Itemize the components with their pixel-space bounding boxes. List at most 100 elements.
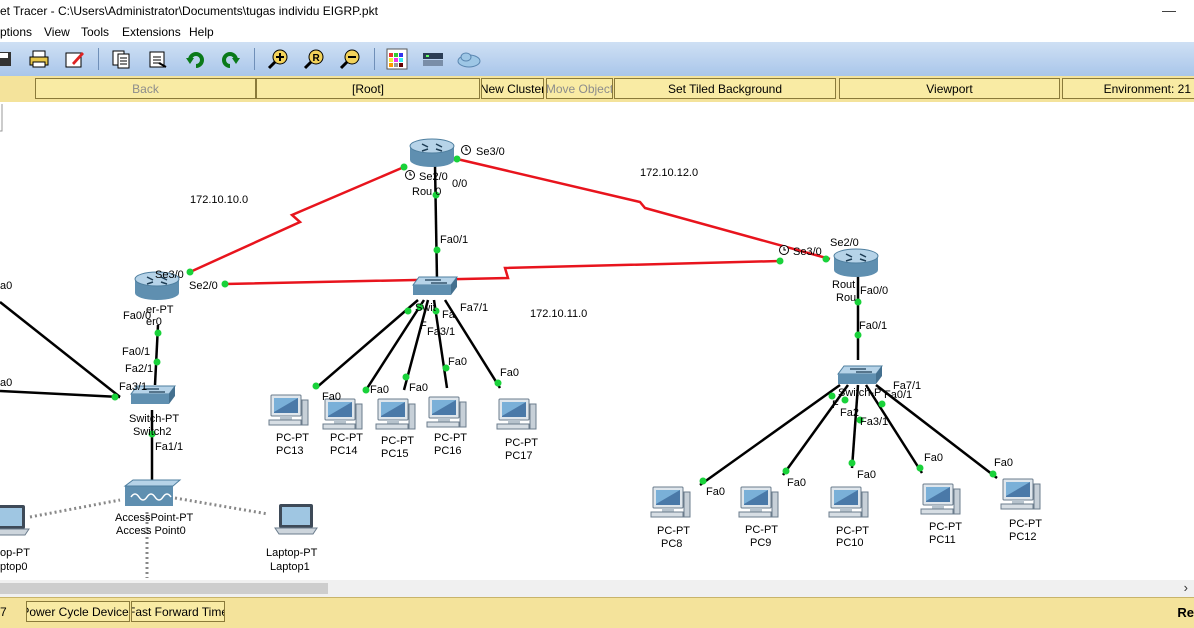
pc9[interactable]	[738, 486, 779, 518]
menu-options[interactable]: ptions	[0, 25, 32, 39]
port-label: Fa0	[500, 367, 519, 379]
port-label: Fa	[442, 309, 456, 321]
device-label: er0	[146, 316, 162, 328]
port-label: Fa3/1	[427, 326, 455, 338]
pc8[interactable]	[650, 486, 691, 518]
device-label: PC15	[381, 448, 409, 460]
access-point[interactable]	[123, 479, 182, 506]
device-label: PC14	[330, 445, 358, 457]
device-label: PC-PT	[1009, 518, 1042, 530]
port-label: Fa0	[448, 356, 467, 368]
undo-icon[interactable]	[183, 47, 209, 71]
realtime-mode-label[interactable]: Re	[1177, 605, 1194, 620]
device-label: PC-PT	[330, 432, 363, 444]
port-label: Fa7/1	[460, 302, 488, 314]
router-top[interactable]	[409, 138, 455, 168]
port-label: Se2/0	[189, 280, 218, 292]
pc10[interactable]	[828, 486, 869, 518]
device-label: Switch-PT	[129, 413, 179, 425]
device-label: Laptop1	[270, 561, 310, 573]
pc13[interactable]	[268, 394, 309, 426]
device-label: Swit	[415, 302, 436, 314]
network-label: 172.10.10.0	[190, 194, 248, 206]
port-label: Se3/0	[155, 269, 184, 281]
device-label: PC-PT	[836, 525, 869, 537]
pc11[interactable]	[920, 483, 961, 515]
device-label: PC17	[505, 450, 533, 462]
port-label: Se3/0	[793, 246, 822, 258]
device-label: Rout	[832, 279, 855, 291]
device-label: PC11	[929, 534, 956, 546]
device-label: Access Point0	[116, 525, 186, 537]
title-bar: et Tracer - C:\Users\Administrator\Docum…	[0, 0, 1194, 22]
viewport-button[interactable]: Viewport	[839, 78, 1060, 99]
menu-extensions[interactable]: Extensions	[122, 25, 181, 39]
back-button[interactable]: Back	[35, 78, 256, 99]
horizontal-scrollbar[interactable]: ›	[0, 580, 1194, 597]
device-label: AccessPoint-PT	[115, 512, 194, 524]
palette-icon[interactable]	[384, 47, 410, 71]
save-icon[interactable]	[0, 47, 16, 71]
set-tiled-background-button[interactable]: Set Tiled Background	[614, 78, 836, 99]
network-label: 172.10.11.0	[530, 308, 587, 320]
svg-text:R: R	[313, 53, 321, 64]
root-button[interactable]: [Root]	[256, 78, 480, 99]
port-label: Fa2/1	[125, 363, 153, 375]
port-label: Fa1/1	[155, 441, 183, 453]
network-label: 172.10.12.0	[640, 167, 698, 179]
move-object-button[interactable]: Move Object	[546, 78, 613, 99]
port-label: Fa0	[857, 469, 876, 481]
cloud-icon[interactable]	[456, 47, 482, 71]
redo-icon[interactable]	[217, 47, 243, 71]
menu-tools[interactable]: Tools	[81, 25, 109, 39]
device-label: PC16	[434, 445, 462, 457]
custom-device-icon[interactable]	[420, 47, 446, 71]
device-label: PC-PT	[505, 437, 538, 449]
pc15[interactable]	[375, 398, 416, 430]
device-label: PC-PT	[929, 521, 962, 533]
router-right[interactable]	[833, 248, 879, 278]
new-cluster-button[interactable]: New Cluster	[481, 78, 544, 99]
minimize-icon[interactable]: —	[1162, 2, 1176, 18]
laptop0[interactable]	[0, 504, 30, 536]
scroll-right-icon[interactable]: ›	[1184, 580, 1188, 595]
serial-links	[189, 157, 831, 286]
port-label: Se3/0	[476, 146, 505, 158]
device-label: op-PT	[0, 547, 30, 559]
pc16[interactable]	[426, 396, 467, 428]
device-label: F	[832, 399, 839, 411]
environment-button[interactable]: Environment: 21	[1062, 78, 1194, 99]
pc14[interactable]	[322, 398, 363, 430]
print-icon[interactable]	[26, 47, 52, 71]
switch-right[interactable]	[837, 365, 883, 385]
paste-icon[interactable]	[145, 47, 171, 71]
device-label: PC9	[750, 537, 771, 549]
zoom-in-icon[interactable]	[265, 47, 291, 71]
scroll-thumb[interactable]	[0, 583, 328, 594]
device-label: PC8	[661, 538, 682, 550]
time-display: 7	[0, 605, 7, 619]
fast-forward-time-button[interactable]: Fast Forward Time	[131, 601, 225, 622]
device-label: PC-PT	[745, 524, 778, 536]
logical-workspace[interactable]: 172.10.10.0 172.10.12.0 172.10.11.0 Se3/…	[0, 102, 1194, 580]
copy-icon[interactable]	[108, 47, 134, 71]
zoom-out-icon[interactable]	[337, 47, 363, 71]
switch-middle[interactable]	[412, 276, 458, 296]
menu-help[interactable]: Help	[189, 25, 214, 39]
port-label: a0	[0, 280, 12, 292]
device-label: PC13	[276, 445, 304, 457]
activity-wizard-icon[interactable]	[62, 47, 88, 71]
port-label: Se2/0	[830, 237, 859, 249]
port-label: Fa2	[840, 407, 859, 419]
window-title: et Tracer - C:\Users\Administrator\Docum…	[0, 4, 378, 18]
port-label: Fa0	[706, 486, 725, 498]
pc17[interactable]	[496, 398, 537, 430]
power-cycle-devices-button[interactable]: Power Cycle Devices	[26, 601, 130, 622]
zoom-reset-icon[interactable]: R	[301, 47, 327, 71]
pc12[interactable]	[1000, 478, 1041, 510]
device-label: PC-PT	[434, 432, 467, 444]
menu-view[interactable]: View	[44, 25, 70, 39]
laptop1[interactable]	[274, 503, 318, 535]
port-label: Fa0	[409, 382, 428, 394]
port-label: Fa0/0	[860, 285, 888, 297]
